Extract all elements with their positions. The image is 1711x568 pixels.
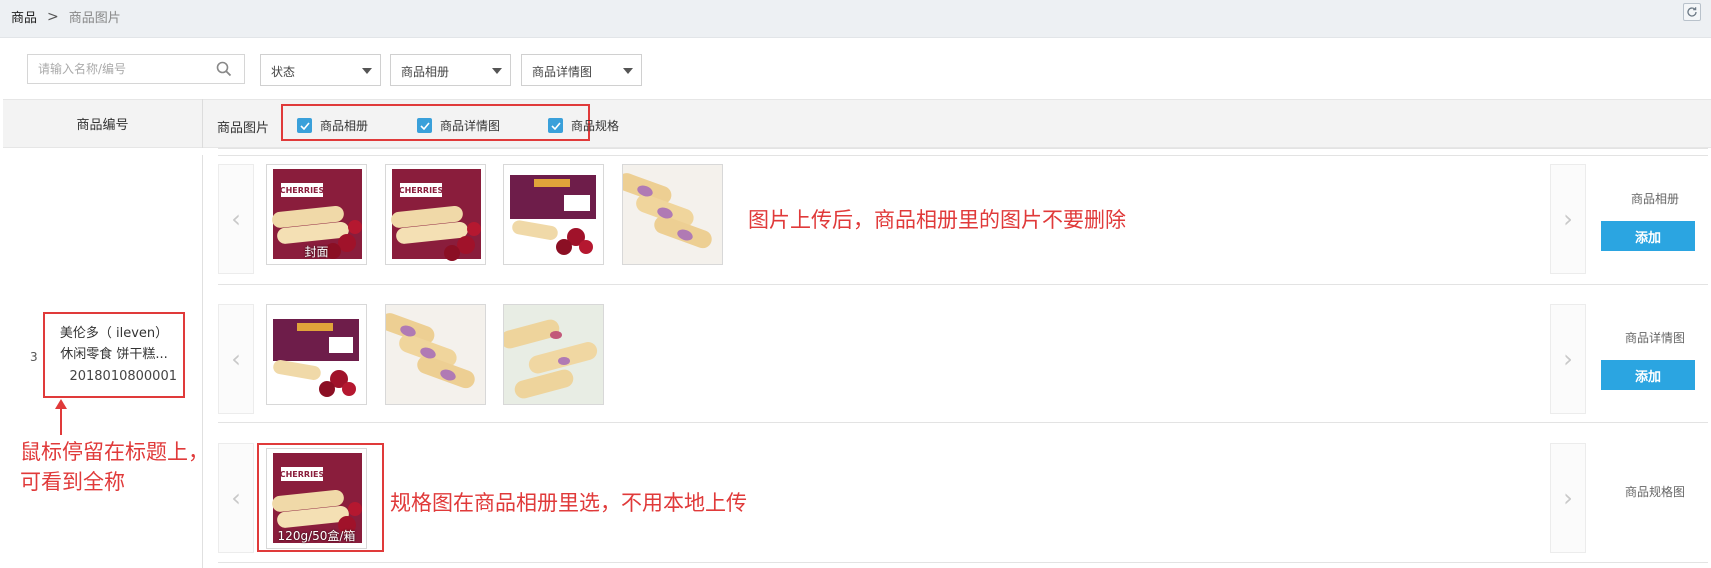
check-icon[interactable] xyxy=(297,118,312,133)
divider xyxy=(218,284,1708,285)
chevron-right-icon[interactable]: › xyxy=(1550,443,1586,553)
spec-caption: 120g/50盒/箱 xyxy=(277,529,356,543)
detail-select-value: 商品详情图 xyxy=(532,65,593,79)
album-note: 图片上传后，商品相册里的图片不要删除 xyxy=(748,208,1126,232)
chevron-down-icon xyxy=(492,68,502,74)
column-header-code: 商品编号 xyxy=(3,99,203,148)
detail-select[interactable]: 商品详情图 xyxy=(521,54,642,86)
detail-label: 商品详情图 xyxy=(1624,331,1685,345)
divider xyxy=(218,148,1708,149)
check-icon[interactable] xyxy=(417,118,432,133)
row-index: 3 xyxy=(30,350,38,364)
album-image-2[interactable]: CHERRIES xyxy=(385,164,486,265)
spec-note: 规格图在商品相册里选，不用本地上传 xyxy=(390,491,747,515)
column-header-images: 商品图片 xyxy=(217,121,270,136)
chevron-left-icon[interactable]: ‹ xyxy=(218,443,254,553)
refresh-icon[interactable] xyxy=(1683,3,1701,21)
breadcrumb-root[interactable]: 商品 xyxy=(11,7,37,26)
svg-text:CHERRIES: CHERRIES xyxy=(399,186,444,195)
check-icon[interactable] xyxy=(548,118,563,133)
checkbox-spec[interactable]: 商品规格 xyxy=(548,117,619,134)
breadcrumb-current: 商品图片 xyxy=(68,11,121,26)
checkbox-detail[interactable]: 商品详情图 xyxy=(417,117,500,134)
hover-note-line2: 可看到全称 xyxy=(20,470,125,494)
product-title-cell[interactable]: 美伦多（ ileven） 休闲零食 饼干糕... 2018010800001 xyxy=(43,312,185,398)
chevron-right-icon[interactable]: › xyxy=(1550,164,1586,274)
detail-image-3[interactable] xyxy=(503,304,604,405)
breadcrumb: 商品 > 商品图片 xyxy=(11,7,121,27)
chevron-right-icon[interactable]: › xyxy=(1550,304,1586,414)
divider xyxy=(218,422,1708,423)
cover-caption: 封面 xyxy=(304,245,329,259)
chevron-left-icon[interactable]: ‹ xyxy=(218,164,254,274)
search-icon[interactable] xyxy=(216,61,232,77)
album-image-3[interactable] xyxy=(503,164,604,265)
chevron-down-icon xyxy=(623,68,633,74)
album-add-button[interactable]: 添加 xyxy=(1601,221,1695,251)
checkbox-album-label: 商品相册 xyxy=(320,119,369,133)
top-bar xyxy=(0,0,1711,38)
hover-note-line1: 鼠标停留在标题上， xyxy=(20,440,209,464)
spec-image[interactable]: CHERRIES 120g/50盒/箱 xyxy=(266,448,367,549)
checkbox-album[interactable]: 商品相册 xyxy=(297,117,368,134)
checkbox-detail-label: 商品详情图 xyxy=(440,119,501,133)
product-title-line1[interactable]: 美伦多（ ileven） xyxy=(49,323,179,344)
detail-image-1[interactable] xyxy=(266,304,367,405)
search-box[interactable] xyxy=(27,54,245,84)
album-image-1[interactable]: CHERRIES 封面 xyxy=(266,164,367,265)
product-code: 2018010800001 xyxy=(69,369,177,384)
product-title-line2[interactable]: 休闲零食 饼干糕... xyxy=(49,344,179,365)
album-label: 商品相册 xyxy=(1630,192,1679,206)
album-select[interactable]: 商品相册 xyxy=(390,54,511,86)
chevron-down-icon xyxy=(362,68,372,74)
detail-image-2[interactable] xyxy=(385,304,486,405)
divider xyxy=(218,562,1708,563)
svg-text:CHERRIES: CHERRIES xyxy=(280,186,325,195)
album-select-value: 商品相册 xyxy=(401,65,450,79)
spec-label: 商品规格图 xyxy=(1624,485,1685,499)
arrow-shaft xyxy=(60,406,62,435)
search-input[interactable] xyxy=(28,55,208,83)
detail-add-button[interactable]: 添加 xyxy=(1601,360,1695,390)
checkbox-spec-label: 商品规格 xyxy=(571,119,620,133)
status-select[interactable]: 状态 xyxy=(260,54,381,86)
chevron-left-icon[interactable]: ‹ xyxy=(218,304,254,414)
breadcrumb-separator: > xyxy=(47,8,59,25)
album-image-4[interactable] xyxy=(622,164,723,265)
status-select-value: 状态 xyxy=(271,65,296,79)
svg-text:CHERRIES: CHERRIES xyxy=(280,470,325,479)
divider xyxy=(218,155,1708,156)
